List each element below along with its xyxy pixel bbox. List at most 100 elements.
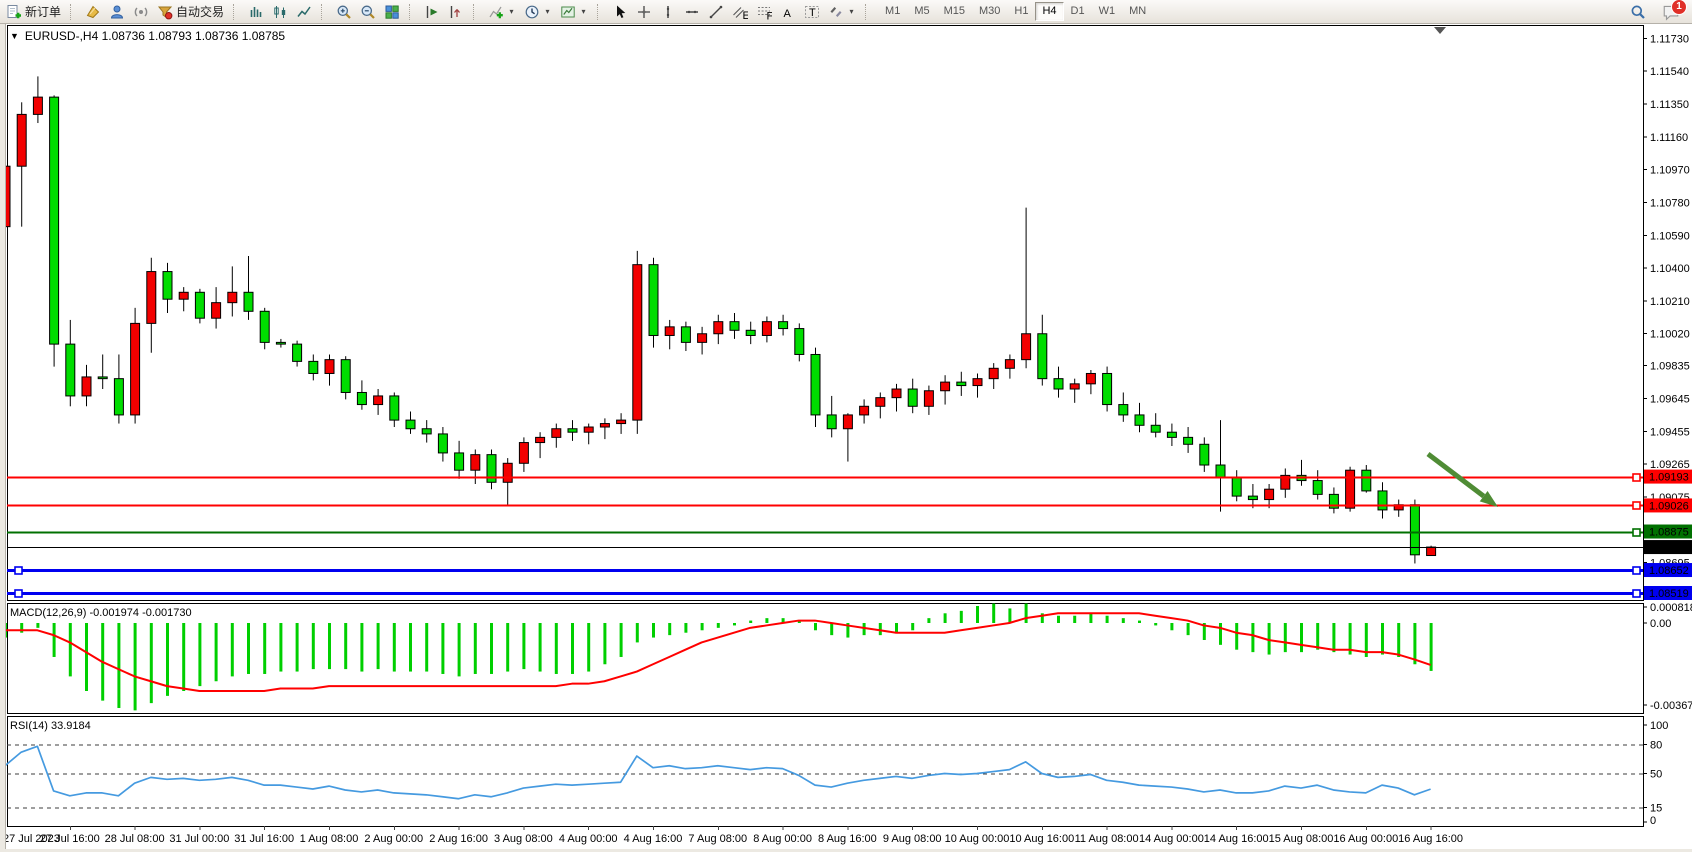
trendline-button[interactable] xyxy=(704,1,728,22)
fibo-icon: F xyxy=(756,4,772,20)
horizontal-line-button[interactable] xyxy=(680,1,704,22)
auto-scroll-button[interactable] xyxy=(420,1,444,22)
timeframe-button-m1[interactable]: M1 xyxy=(878,2,907,21)
news-signal-button[interactable] xyxy=(129,1,153,22)
timeframe-button-m5[interactable]: M5 xyxy=(907,2,936,21)
toolbar-group xyxy=(332,0,404,23)
styler-icon xyxy=(85,4,101,20)
hline-icon xyxy=(684,4,700,20)
crosshair-button[interactable] xyxy=(632,1,656,22)
svg-text:1.11160: 1.11160 xyxy=(1650,132,1688,144)
new-order-button-label: 新订单 xyxy=(25,3,61,20)
tile-windows-button[interactable] xyxy=(380,1,404,22)
svg-text:80: 80 xyxy=(1650,739,1662,751)
tile-icon xyxy=(384,4,400,20)
fibo-channel-icon: E xyxy=(732,4,748,20)
svg-text:A: A xyxy=(784,8,792,20)
cursor-button[interactable] xyxy=(608,1,632,22)
chevron-down-icon[interactable] xyxy=(847,7,856,16)
macd-pane[interactable] xyxy=(8,604,1644,714)
timeframe-button-h1[interactable]: H1 xyxy=(1007,2,1035,21)
arrows-button[interactable] xyxy=(824,1,860,22)
zoom-in-icon xyxy=(336,4,352,20)
timeframe-button-d1[interactable]: D1 xyxy=(1064,2,1092,21)
support-line-blue-1-handle-right[interactable] xyxy=(1633,567,1640,574)
svg-text:15: 15 xyxy=(1650,802,1662,814)
auto-scroll-icon xyxy=(424,4,440,20)
chart-collapse-icon[interactable] xyxy=(10,31,19,41)
svg-text:1.10020: 1.10020 xyxy=(1650,329,1690,341)
svg-text:-0.003677: -0.003677 xyxy=(1650,700,1692,712)
text-label-button[interactable]: T xyxy=(800,1,824,22)
templates-button[interactable] xyxy=(556,1,592,22)
main-pane[interactable] xyxy=(8,26,1644,601)
timeframe-button-m15[interactable]: M15 xyxy=(937,2,972,21)
toolbar-separator xyxy=(233,4,240,20)
chart-bars-icon xyxy=(248,4,264,20)
equidistant-channel-button[interactable]: E xyxy=(728,1,752,22)
chart-candles-icon xyxy=(272,4,288,20)
bar-chart-button[interactable] xyxy=(244,1,268,22)
svg-text:0.00: 0.00 xyxy=(1650,618,1671,630)
candlestick-chart-button[interactable] xyxy=(268,1,292,22)
arrows-icon xyxy=(828,4,844,20)
support-line-blue-1-handle-left[interactable] xyxy=(15,567,22,574)
chevron-down-icon[interactable] xyxy=(543,7,552,16)
svg-text:3 Aug 08:00: 3 Aug 08:00 xyxy=(494,833,553,845)
svg-text:4 Aug 16:00: 4 Aug 16:00 xyxy=(624,833,683,845)
fibonacci-button[interactable]: F xyxy=(752,1,776,22)
svg-text:1.08519: 1.08519 xyxy=(1649,588,1689,600)
support-line-green-handle-right[interactable] xyxy=(1633,529,1640,536)
mt4-window: 新订单自动交易EFATM1M5M15M30H1H4D1W1MN1 EURUSD-… xyxy=(0,0,1692,852)
indicators-icon xyxy=(488,4,504,20)
trendline-icon xyxy=(708,4,724,20)
timeframe-button-h4[interactable]: H4 xyxy=(1035,2,1063,21)
chevron-down-icon[interactable] xyxy=(507,7,516,16)
chart-svg[interactable]: 1.117301.115401.113501.111601.109701.107… xyxy=(0,0,1692,852)
publisher-button[interactable] xyxy=(105,1,129,22)
cursor-icon xyxy=(612,4,628,20)
indicators-button[interactable] xyxy=(484,1,520,22)
svg-text:27 Jul 16:00: 27 Jul 16:00 xyxy=(40,833,100,845)
svg-text:50: 50 xyxy=(1650,769,1662,781)
svg-text:100: 100 xyxy=(1650,720,1668,732)
svg-text:11 Aug 08:00: 11 Aug 08:00 xyxy=(1075,833,1139,845)
text-button[interactable]: A xyxy=(776,1,800,22)
window-left-splitter[interactable] xyxy=(0,23,6,852)
new-order-button[interactable]: 新订单 xyxy=(2,1,65,22)
toolbar-group: 自动交易 xyxy=(81,0,228,23)
styler-button[interactable] xyxy=(81,1,105,22)
notifications-button[interactable]: 1 xyxy=(1662,3,1680,21)
chart-shift-icon xyxy=(448,4,464,20)
support-line-blue-2-handle-right[interactable] xyxy=(1633,590,1640,597)
text-icon: A xyxy=(780,4,796,20)
timeframe-button-mn[interactable]: MN xyxy=(1122,2,1153,21)
timeframe-button-w1[interactable]: W1 xyxy=(1092,2,1123,21)
resistance-line-2-handle-right[interactable] xyxy=(1633,502,1640,509)
zoom-in-button[interactable] xyxy=(332,1,356,22)
svg-text:31 Jul 00:00: 31 Jul 00:00 xyxy=(169,833,229,845)
support-line-blue-2-handle-left[interactable] xyxy=(15,590,22,597)
timeframe-button-m30[interactable]: M30 xyxy=(972,2,1007,21)
toolbar-separator xyxy=(865,4,872,20)
timeframe-bar: M1M5M15M30H1H4D1W1MN xyxy=(878,2,1153,21)
toolbar-group: EFAT xyxy=(608,0,860,23)
rsi-pane[interactable] xyxy=(8,717,1644,827)
zoom-out-button[interactable] xyxy=(356,1,380,22)
periods-icon xyxy=(524,4,540,20)
search-button[interactable] xyxy=(1626,1,1650,22)
svg-text:1.08785: 1.08785 xyxy=(1649,542,1689,554)
svg-text:1.10400: 1.10400 xyxy=(1650,263,1690,275)
auto-trading-button[interactable]: 自动交易 xyxy=(153,1,228,22)
svg-text:1.10970: 1.10970 xyxy=(1650,165,1690,177)
resistance-line-1-handle-right[interactable] xyxy=(1633,474,1640,481)
toolbar-separator xyxy=(473,4,480,20)
chevron-down-icon[interactable] xyxy=(579,7,588,16)
svg-text:1.09265: 1.09265 xyxy=(1650,459,1690,471)
chart-shift-button[interactable] xyxy=(444,1,468,22)
chart-line-icon xyxy=(296,4,312,20)
vertical-line-button[interactable] xyxy=(656,1,680,22)
svg-text:14 Aug 16:00: 14 Aug 16:00 xyxy=(1204,833,1269,845)
periods-button[interactable] xyxy=(520,1,556,22)
line-chart-button[interactable] xyxy=(292,1,316,22)
